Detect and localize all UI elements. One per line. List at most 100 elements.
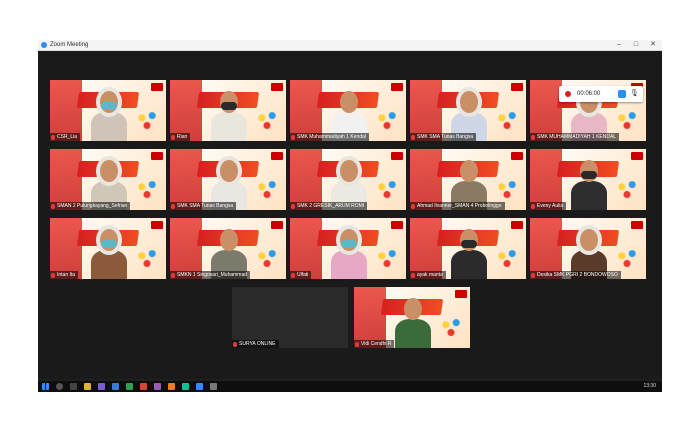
brand-logo-icon (511, 221, 523, 229)
brand-logo-icon (391, 221, 403, 229)
poster-band (410, 218, 443, 279)
participant-tile[interactable]: SURYA ONLINE (232, 287, 348, 348)
zoom-logo-icon (41, 42, 47, 48)
participant-video (569, 159, 608, 210)
muted-mic-icon (51, 134, 55, 140)
participant-tile[interactable]: Intan Ita (50, 218, 166, 279)
windows-taskbar: 13:30 (38, 381, 662, 392)
participant-tile[interactable]: SMK SMA Tunas Bangsa (170, 149, 286, 210)
participant-tile[interactable]: Ulfati (290, 218, 406, 279)
participant-tile[interactable]: Vidi Cendhi R (354, 287, 470, 348)
participant-tile[interactable]: Ahmad Ilvanner_SMAN 4 Probolinggo (410, 149, 526, 210)
participant-tile[interactable]: SMKN 1 Singosari_Muhammad (170, 218, 286, 279)
poster-band (530, 80, 563, 141)
app-icon[interactable] (168, 383, 175, 390)
zoom-window: Zoom Meeting – □ ✕ CSR_Lia Rian SMK Muhamm… (38, 40, 662, 392)
participant-tile[interactable]: CSR_Lia (50, 80, 166, 141)
muted-mic-icon (171, 134, 175, 140)
participant-tile[interactable]: Desika SMK PGRI 2 BONDOWOSO (530, 218, 646, 279)
muted-mic-icon (411, 134, 415, 140)
poster-band (410, 80, 443, 141)
participant-face (340, 159, 358, 182)
start-icon[interactable] (42, 383, 49, 390)
face-mask (581, 170, 598, 179)
confetti-graphic (254, 247, 280, 269)
confetti-graphic (438, 316, 464, 338)
poster-band (530, 218, 563, 279)
maximize-button[interactable]: □ (629, 40, 643, 50)
recording-indicator[interactable]: 00:06:00 🎙 (559, 86, 643, 102)
participant-tile[interactable]: Rian (170, 80, 286, 141)
poster-band (290, 149, 323, 210)
face-mask (101, 239, 118, 248)
participant-tile[interactable]: SMK 2 GRESIK_ARUM ROMI (290, 149, 406, 210)
muted-mic-icon (51, 272, 55, 278)
brand-logo-icon (151, 152, 163, 160)
participant-tile[interactable]: SMK Muhammadiyah 1 Kendal (290, 80, 406, 141)
participant-body (91, 249, 128, 279)
browser-icon[interactable] (140, 383, 147, 390)
participant-tile[interactable]: SMAN 2 Pulungkayang_Sefrian (50, 149, 166, 210)
zoom-taskbar-icon[interactable] (196, 383, 203, 390)
brand-logo-icon (151, 83, 163, 91)
task-view-icon[interactable] (70, 383, 77, 390)
participant-name: SMKN 1 Singosari_Muhammad (177, 272, 248, 278)
participant-face (340, 90, 358, 113)
participant-body (211, 111, 248, 141)
participant-name-bar: Desika SMK PGRI 2 BONDOWOSO (530, 271, 621, 279)
microphone-icon[interactable]: 🎙 (630, 89, 639, 99)
participant-video (89, 90, 128, 141)
participant-name-bar: SMK SMA Tunas Bangsa (170, 202, 237, 210)
poster-band (50, 80, 83, 141)
participant-body (395, 318, 432, 348)
participant-name-bar: SURYA ONLINE (232, 340, 279, 348)
confetti-graphic (494, 178, 520, 200)
participant-body (451, 249, 488, 279)
brand-logo-icon (511, 152, 523, 160)
muted-mic-icon (411, 203, 415, 209)
participant-name-bar: SMK Muhammadiyah 1 Kendal (290, 133, 369, 141)
participant-tile[interactable]: ayak manta (410, 218, 526, 279)
participant-tile[interactable]: Eveny Aulia (530, 149, 646, 210)
participant-name: SMK Muhammadiyah 1 Kendal (297, 134, 366, 140)
participant-name-bar: Vidi Cendhi R (354, 340, 395, 348)
file-explorer-icon[interactable] (84, 383, 91, 390)
brand-logo-icon (511, 83, 523, 91)
recording-time: 00:06:00 (577, 91, 601, 97)
app-icon[interactable] (154, 383, 161, 390)
poster-band (354, 287, 387, 348)
participant-tile[interactable]: SMK SMA Tunas Bangsa (410, 80, 526, 141)
poster-band (170, 80, 203, 141)
app-icon[interactable] (112, 383, 119, 390)
participant-video (329, 228, 368, 279)
brand-logo-icon (455, 290, 467, 298)
participant-video (209, 90, 248, 141)
poster-band (50, 149, 83, 210)
app-icon[interactable] (126, 383, 133, 390)
clock[interactable]: 13:30 (643, 382, 656, 391)
stop-recording-button[interactable] (618, 90, 626, 98)
poster-band (170, 218, 203, 279)
muted-mic-icon (531, 272, 535, 278)
brand-logo-icon (631, 221, 643, 229)
confetti-graphic (134, 178, 160, 200)
brand-logo-icon (391, 83, 403, 91)
poster-band (290, 218, 323, 279)
participant-name-bar: Eveny Aulia (530, 202, 567, 210)
app-icon[interactable] (98, 383, 105, 390)
participant-video (89, 228, 128, 279)
app-icon[interactable] (182, 383, 189, 390)
participant-tile[interactable]: SMK MUHAMMADIYAH 1 KENDAL 00:06:00 🎙 (530, 80, 646, 141)
confetti-graphic (614, 109, 640, 131)
search-icon[interactable] (56, 383, 63, 390)
muted-mic-icon (355, 341, 359, 347)
minimize-button[interactable]: – (612, 40, 626, 50)
participant-name-bar: Rian (170, 133, 191, 141)
brand-logo-icon (271, 152, 283, 160)
brand-logo-icon (271, 83, 283, 91)
title-bar: Zoom Meeting – □ ✕ (38, 40, 662, 51)
confetti-graphic (254, 109, 280, 131)
participant-name-bar: SMAN 2 Pulungkayang_Sefrian (50, 202, 131, 210)
close-button[interactable]: ✕ (646, 40, 660, 50)
app-icon[interactable] (210, 383, 217, 390)
